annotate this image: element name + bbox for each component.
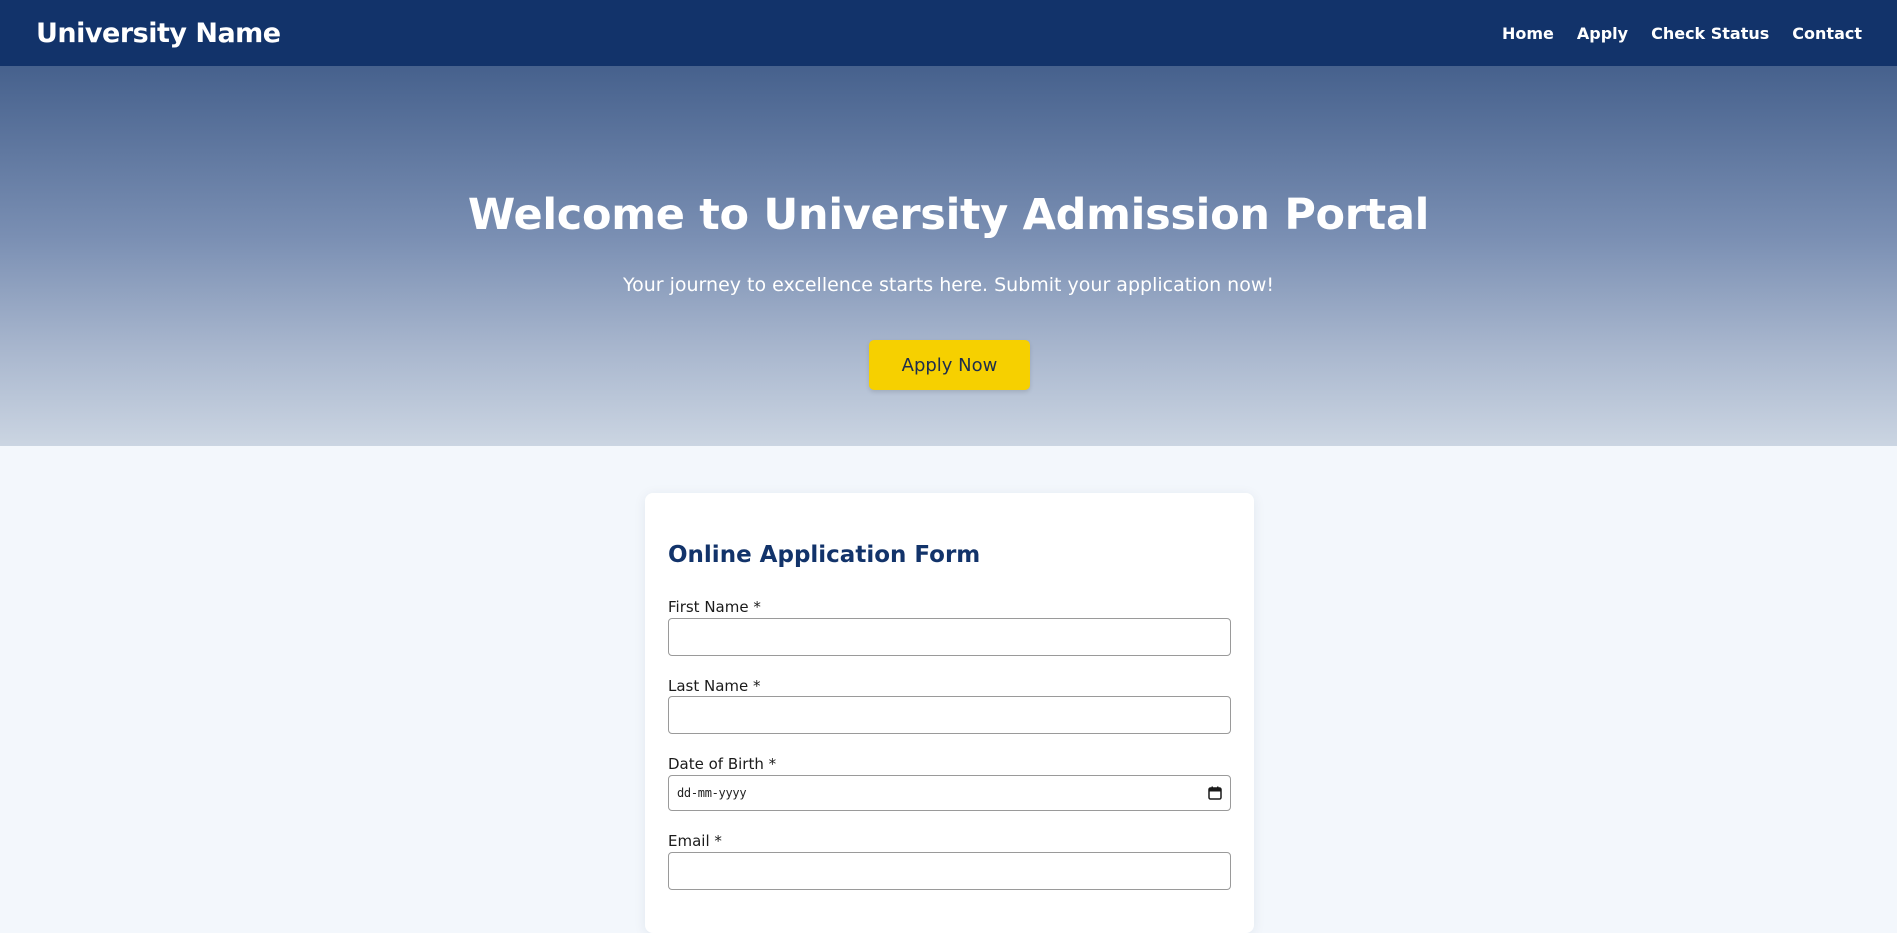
calendar-icon[interactable] xyxy=(1208,786,1222,800)
nav-link-check-status[interactable]: Check Status xyxy=(1651,24,1769,43)
email-input[interactable] xyxy=(668,852,1231,890)
dob-label: Date of Birth * xyxy=(668,755,777,773)
hero-subtitle: Your journey to excellence starts here. … xyxy=(623,274,1274,296)
application-form: Online Application Form First Name * Las… xyxy=(645,493,1254,933)
brand-logo-text[interactable]: University Name xyxy=(36,18,281,49)
first-name-input[interactable] xyxy=(668,618,1231,656)
nav-link-contact[interactable]: Contact xyxy=(1792,24,1862,43)
apply-now-button[interactable]: Apply Now xyxy=(869,340,1030,390)
hero-section: Welcome to University Admission Portal Y… xyxy=(0,66,1897,446)
nav-links: Home Apply Check Status Contact xyxy=(1479,24,1862,43)
form-title: Online Application Form xyxy=(668,542,981,568)
navbar: University Name Home Apply Check Status … xyxy=(0,0,1897,66)
last-name-label: Last Name * xyxy=(668,677,761,695)
first-name-label: First Name * xyxy=(668,598,761,616)
dob-input[interactable]: dd-mm-yyyy xyxy=(668,775,1231,811)
email-label: Email * xyxy=(668,832,722,850)
dob-placeholder: dd-mm-yyyy xyxy=(677,786,747,800)
nav-link-home[interactable]: Home xyxy=(1502,24,1554,43)
nav-link-apply[interactable]: Apply xyxy=(1577,24,1628,43)
hero-title: Welcome to University Admission Portal xyxy=(467,190,1430,240)
last-name-input[interactable] xyxy=(668,696,1231,734)
